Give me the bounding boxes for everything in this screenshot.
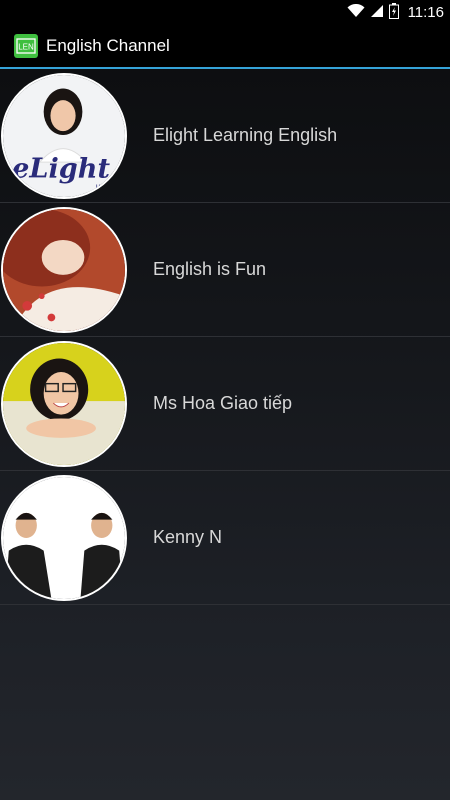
svg-text:up: up [96, 181, 105, 190]
kenny-n-avatar [1, 474, 127, 601]
action-bar: LEN English Channel [0, 25, 450, 67]
status-bar: 11:16 [0, 0, 450, 25]
status-time: 11:16 [407, 4, 444, 21]
english-is-fun-avatar [1, 206, 127, 333]
wifi-icon [347, 3, 365, 22]
app-title: English Channel [46, 36, 170, 55]
channel-name: Ms Hoa Giao tiếp [153, 393, 293, 413]
battery-icon [388, 2, 399, 23]
list-item[interactable]: eLight up Elight Learning English [0, 69, 450, 203]
svg-text:LEN: LEN [18, 43, 34, 52]
channel-name: Elight Learning English [153, 125, 338, 145]
app-icon[interactable]: LEN [14, 34, 38, 58]
channel-name: Kenny N [153, 527, 223, 547]
ms-hoa-avatar [1, 340, 127, 467]
list-item[interactable]: Ms Hoa Giao tiếp [0, 337, 450, 471]
list-item[interactable]: English is Fun [0, 203, 450, 337]
svg-text:eLight: eLight [12, 153, 110, 184]
elight-avatar: eLight up [1, 72, 127, 199]
channel-name: English is Fun [153, 259, 267, 279]
channel-list: eLight up Elight Learning English Englis… [0, 69, 450, 605]
list-item[interactable]: Kenny N [0, 471, 450, 605]
signal-icon [370, 3, 384, 22]
